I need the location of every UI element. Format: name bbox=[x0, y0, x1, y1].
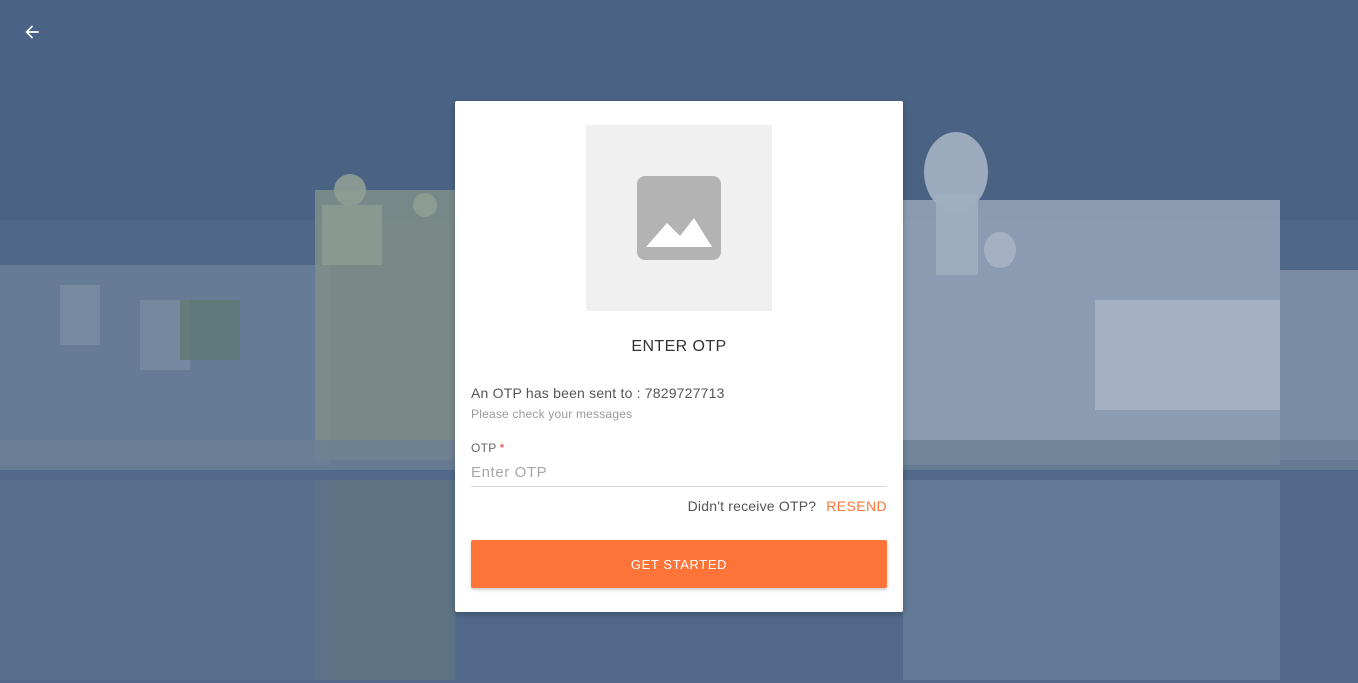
otp-label-text: OTP bbox=[471, 441, 497, 455]
phone-number: 7829727713 bbox=[644, 385, 725, 401]
otp-sent-message: An OTP has been sent to :7829727713 bbox=[471, 385, 725, 401]
otp-input[interactable] bbox=[471, 458, 887, 487]
resend-row: Didn't receive OTP? RESEND bbox=[688, 498, 887, 514]
arrow-left-icon bbox=[25, 25, 39, 39]
back-button[interactable] bbox=[18, 18, 46, 46]
resend-question: Didn't receive OTP? bbox=[687, 498, 817, 514]
image-placeholder-icon bbox=[637, 176, 721, 260]
otp-card: ENTER OTP An OTP has been sent to :78297… bbox=[455, 101, 903, 612]
login-page: ENTER OTP An OTP has been sent to :78297… bbox=[0, 0, 1358, 683]
get-started-button[interactable]: GET STARTED bbox=[471, 540, 887, 588]
logo-placeholder bbox=[586, 125, 772, 311]
required-mark: * bbox=[499, 441, 505, 455]
page-title: ENTER OTP bbox=[631, 338, 727, 355]
resend-link[interactable]: RESEND bbox=[826, 498, 887, 514]
otp-sent-text: An OTP has been sent to : bbox=[471, 385, 641, 401]
check-messages-hint: Please check your messages bbox=[471, 407, 633, 421]
otp-field-label: OTP * bbox=[471, 441, 505, 455]
